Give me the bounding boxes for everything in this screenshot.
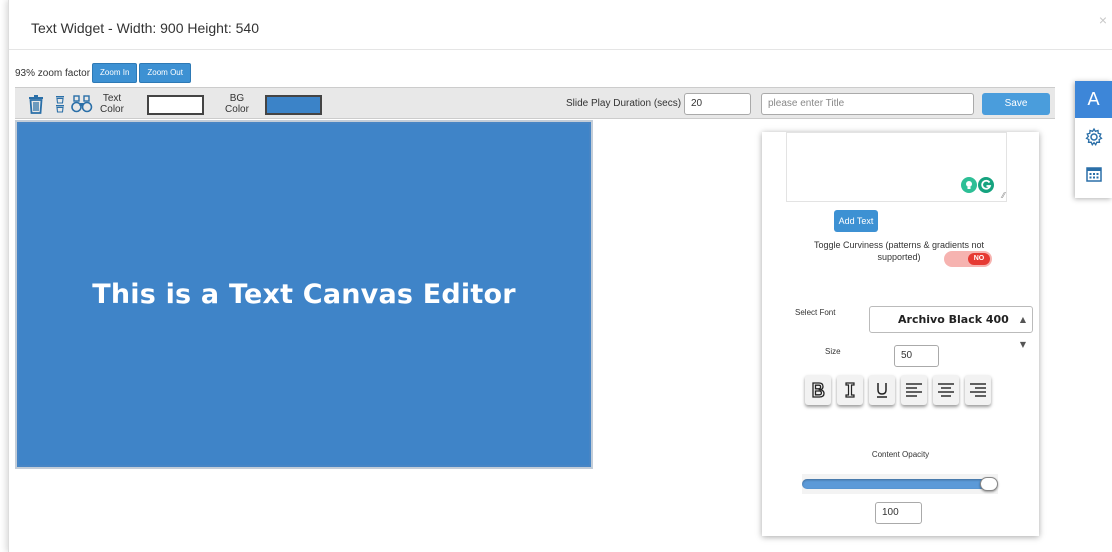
bg-color-label-line1: BG <box>229 93 245 104</box>
trash-icon[interactable] <box>26 94 46 114</box>
settings-button[interactable] <box>1075 118 1112 155</box>
bg-color-label: BG Color <box>222 93 252 115</box>
size-label: Size <box>825 347 841 356</box>
select-arrows-icon: ▲ ▼ <box>1019 315 1026 349</box>
modal-title: Text Widget - Width: 900 Height: 540 <box>31 20 259 36</box>
text-color-label: Text Color <box>97 93 127 115</box>
side-toolbar: A <box>1075 81 1112 198</box>
small-trash-icon[interactable] <box>54 94 66 114</box>
text-tool-button[interactable]: A <box>1075 81 1112 118</box>
italic-icon[interactable] <box>837 375 863 405</box>
zoom-in-button[interactable]: Zoom In <box>92 63 138 83</box>
canvas-text[interactable]: This is a Text Canvas Editor <box>19 279 589 310</box>
canvas-frame: This is a Text Canvas Editor <box>15 120 593 469</box>
content-opacity-label: Content Opacity <box>871 450 930 459</box>
size-input[interactable]: 50 <box>894 345 939 367</box>
modal-header: Text Widget - Width: 900 Height: 540 × <box>9 0 1112 50</box>
grammarly-icon[interactable] <box>978 177 994 193</box>
select-font-label: Select Font <box>795 308 836 317</box>
bg-color-label-line2: Color <box>225 104 249 115</box>
text-color-picker[interactable] <box>147 95 204 115</box>
text-canvas[interactable]: This is a Text Canvas Editor <box>19 124 589 465</box>
binoculars-icon[interactable] <box>70 94 94 114</box>
align-left-icon[interactable] <box>901 375 927 405</box>
close-icon[interactable]: × <box>1099 12 1107 28</box>
curviness-toggle[interactable]: NO <box>944 251 992 267</box>
bold-icon[interactable] <box>805 375 831 405</box>
format-buttons <box>805 375 991 405</box>
opacity-slider[interactable] <box>802 474 998 494</box>
toggle-state: NO <box>968 253 990 265</box>
opacity-slider-handle[interactable] <box>980 477 998 491</box>
font-select-value: Archivo Black 400 <box>898 313 1009 326</box>
opacity-input[interactable]: 100 <box>875 502 922 524</box>
underline-icon[interactable] <box>869 375 895 405</box>
text-icon: A <box>1087 89 1100 110</box>
slide-duration-input[interactable]: 20 <box>684 93 751 115</box>
settings-gear-icon <box>1084 127 1103 146</box>
text-properties-panel: ⁄⁄ Add Text Toggle Curviness (patterns &… <box>762 132 1039 536</box>
title-input[interactable]: please enter Title <box>761 93 974 115</box>
zoom-factor-label: 93% zoom factor <box>15 67 91 79</box>
add-text-button[interactable]: Add Text <box>834 210 878 232</box>
lightbulb-icon[interactable] <box>961 177 977 193</box>
save-button[interactable]: Save <box>982 93 1050 115</box>
calendar-icon <box>1085 166 1102 182</box>
zoom-controls: 93% zoom factor Zoom In Zoom Out <box>15 62 191 84</box>
font-select[interactable]: Archivo Black 400 ▲ ▼ <box>869 306 1033 349</box>
text-color-label-line1: Text <box>102 93 122 104</box>
align-right-icon[interactable] <box>965 375 991 405</box>
schedule-button[interactable] <box>1075 155 1112 192</box>
opacity-slider-fill <box>802 479 989 489</box>
zoom-out-button[interactable]: Zoom Out <box>139 63 191 83</box>
toolbar: Text Color BG Color Slide Play Duration … <box>15 87 1055 119</box>
bg-color-picker[interactable] <box>265 95 322 115</box>
text-input-area[interactable]: ⁄⁄ <box>786 132 1007 202</box>
resize-handle-icon[interactable]: ⁄⁄ <box>1002 192 1005 200</box>
align-center-icon[interactable] <box>933 375 959 405</box>
text-color-label-line2: Color <box>100 104 124 115</box>
slide-duration-label: Slide Play Duration (secs) <box>566 98 682 109</box>
